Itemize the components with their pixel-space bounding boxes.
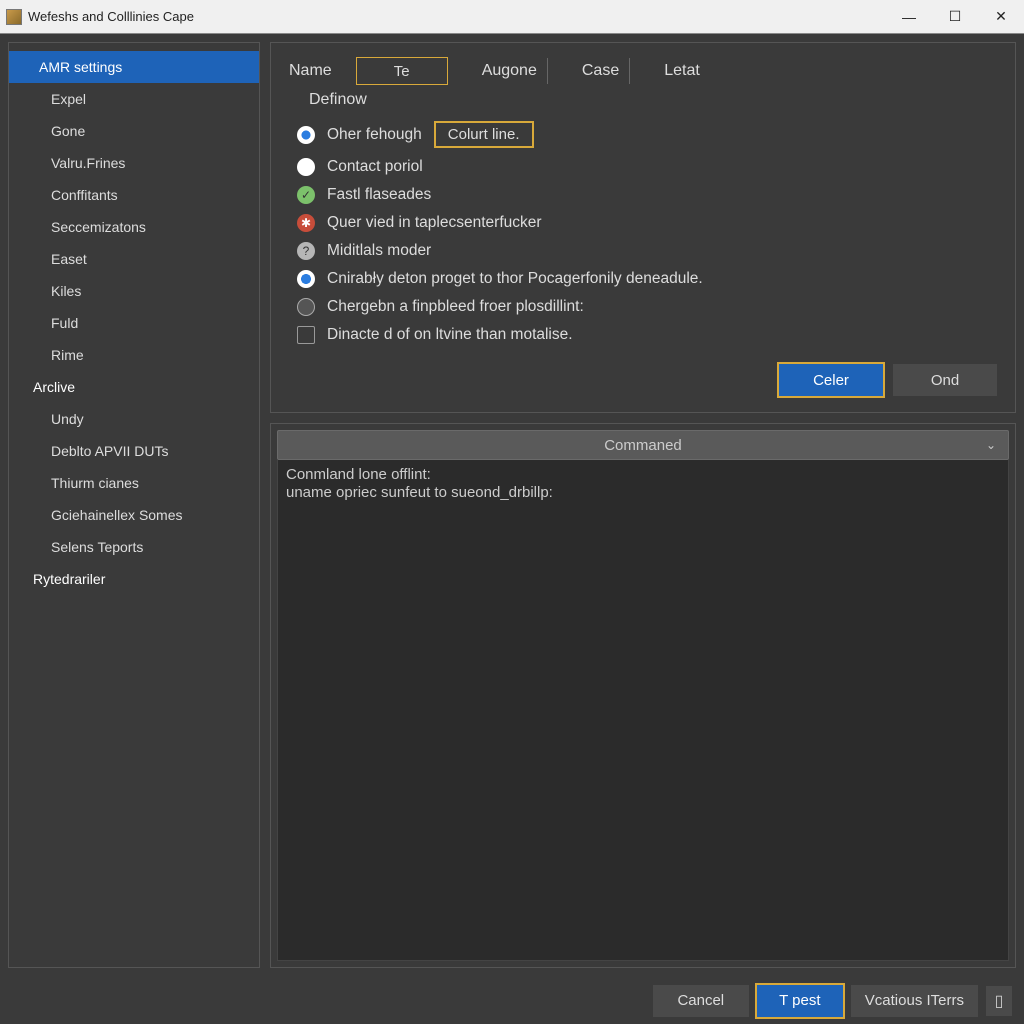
chevron-down-icon: ⌄: [986, 438, 996, 452]
vcatious-button[interactable]: Vcatious ITerrs: [851, 985, 978, 1017]
window-controls: — ☐ ✕: [886, 0, 1024, 34]
tab-letat[interactable]: Letat: [654, 58, 710, 84]
inline-highlight-box[interactable]: Colurt line.: [434, 121, 534, 148]
maximize-button[interactable]: ☐: [932, 0, 978, 34]
sidebar-item-conffitants[interactable]: Conffitants: [9, 179, 259, 211]
command-dropdown-label: Commaned: [604, 437, 682, 454]
titlebar: Wefeshs and Colllinies Cape — ☐ ✕: [0, 0, 1024, 34]
option-label: Chergebn a finpbleed froer plosdillint:: [327, 298, 584, 316]
sidebar-item-expel[interactable]: Expel: [9, 83, 259, 115]
sidebar-item-thiurm[interactable]: Thiurm cianes: [9, 467, 259, 499]
option-row[interactable]: Cnirabły deton proget to thor Pocagerfon…: [289, 270, 997, 288]
sidebar-item-label: AMR settings: [39, 59, 122, 75]
option-label: Miditlals moder: [327, 242, 431, 260]
checkbox-icon[interactable]: [297, 326, 315, 344]
sidebar-item-undy[interactable]: Undy: [9, 403, 259, 435]
option-label: Fastl flaseades: [327, 186, 431, 204]
option-row[interactable]: Contact poriol: [289, 158, 997, 176]
red-star-icon: ✱: [297, 214, 315, 232]
sidebar-item-label: Expel: [51, 91, 86, 107]
command-output: Conmland lone offlint: uname opriec sunf…: [277, 460, 1009, 961]
command-line: uname opriec sunfeut to sueond_drbillp:: [286, 484, 553, 501]
option-row[interactable]: Dinacte d of on ltvine than motalise.: [289, 326, 997, 344]
sidebar-item-label: Easet: [51, 251, 87, 267]
sidebar-item-gciehainellex[interactable]: Gciehainellex Somes: [9, 499, 259, 531]
option-label: Quer vied in taplecsenterfucker: [327, 214, 542, 232]
button-label: Vcatious ITerrs: [865, 992, 964, 1009]
name-input[interactable]: [356, 57, 448, 85]
sidebar-item-arclive[interactable]: Arclive: [9, 371, 259, 403]
sidebar-item-selens[interactable]: Selens Teports: [9, 531, 259, 563]
sidebar-item-deblto[interactable]: Deblto APVII DUTs: [9, 435, 259, 467]
option-row[interactable]: ✱ Quer vied in taplecsenterfucker: [289, 214, 997, 232]
sidebar-item-amr-settings[interactable]: AMR settings: [9, 51, 259, 83]
options-panel: Name Augone Case Letat Definow Oher feho…: [270, 42, 1016, 413]
apply-button[interactable]: T pest: [757, 985, 843, 1017]
sidebar-item-label: Selens Teports: [51, 539, 143, 555]
sidebar-item-label: Fuld: [51, 315, 78, 331]
footer: Cancel T pest Vcatious ITerrs ▯: [0, 976, 1024, 1024]
sidebar-item-valru[interactable]: Valru.Frines: [9, 147, 259, 179]
panel-header-row: Name Augone Case Letat: [289, 57, 997, 85]
sidebar-item-label: Valru.Frines: [51, 155, 125, 171]
tab-augone[interactable]: Augone: [472, 58, 548, 84]
panel-button-row: Celer Ond: [289, 364, 997, 396]
tab-case[interactable]: Case: [572, 58, 630, 84]
button-label: Celer: [813, 372, 849, 389]
button-label: Ond: [931, 372, 959, 389]
sidebar-item-label: Arclive: [33, 379, 75, 395]
sidebar-item-seccemizatons[interactable]: Seccemizatons: [9, 211, 259, 243]
option-row[interactable]: ✓ Fastl flaseades: [289, 186, 997, 204]
cancel-button[interactable]: Cancel: [653, 985, 749, 1017]
option-row[interactable]: ? Miditlals moder: [289, 242, 997, 260]
subheader: Definow: [309, 91, 997, 109]
question-icon: ?: [297, 242, 315, 260]
sidebar-item-label: Gone: [51, 123, 85, 139]
sidebar-item-rytedrariler[interactable]: Rytedrariler: [9, 563, 259, 595]
ond-button[interactable]: Ond: [893, 364, 997, 396]
sidebar-item-label: Gciehainellex Somes: [51, 507, 183, 523]
sidebar-item-gone[interactable]: Gone: [9, 115, 259, 147]
blue-dot-icon[interactable]: [297, 270, 315, 288]
sidebar-item-label: Conffitants: [51, 187, 118, 203]
sidebar-item-fuld[interactable]: Fuld: [9, 307, 259, 339]
sidebar: AMR settings Expel Gone Valru.Frines Con…: [8, 42, 260, 968]
sidebar-item-label: Kiles: [51, 283, 81, 299]
option-label: Oher fehough: [327, 126, 422, 144]
option-label: Cnirabły deton proget to thor Pocagerfon…: [327, 270, 703, 288]
overflow-button[interactable]: ▯: [986, 986, 1012, 1016]
sidebar-item-kiles[interactable]: Kiles: [9, 275, 259, 307]
option-label: Dinacte d of on ltvine than motalise.: [327, 326, 573, 344]
sidebar-item-label: Rytedrariler: [33, 571, 105, 587]
radio-selected-icon[interactable]: [297, 126, 315, 144]
option-label: Contact poriol: [327, 158, 423, 176]
sidebar-item-easet[interactable]: Easet: [9, 243, 259, 275]
button-label: T pest: [779, 992, 820, 1009]
button-label: Cancel: [677, 992, 724, 1009]
sidebar-item-label: Rime: [51, 347, 84, 363]
dark-circle-icon: [297, 298, 315, 316]
app-icon: [6, 9, 22, 25]
name-label: Name: [289, 62, 332, 80]
sidebar-item-rime[interactable]: Rime: [9, 339, 259, 371]
option-row[interactable]: Oher fehough Colurt line.: [289, 121, 997, 148]
radio-empty-icon[interactable]: [297, 158, 315, 176]
window-title: Wefeshs and Colllinies Cape: [28, 9, 194, 24]
command-line: Conmland lone offlint:: [286, 466, 431, 483]
sidebar-item-label: Undy: [51, 411, 84, 427]
sidebar-item-label: Thiurm cianes: [51, 475, 139, 491]
celer-button[interactable]: Celer: [779, 364, 883, 396]
command-panel: Commaned ⌄ Conmland lone offlint: uname …: [270, 423, 1016, 968]
green-check-icon: ✓: [297, 186, 315, 204]
command-dropdown[interactable]: Commaned ⌄: [277, 430, 1009, 460]
sidebar-item-label: Deblto APVII DUTs: [51, 443, 169, 459]
minimize-button[interactable]: —: [886, 0, 932, 34]
close-button[interactable]: ✕: [978, 0, 1024, 34]
option-row[interactable]: Chergebn a finpbleed froer plosdillint:: [289, 298, 997, 316]
sidebar-item-label: Seccemizatons: [51, 219, 146, 235]
